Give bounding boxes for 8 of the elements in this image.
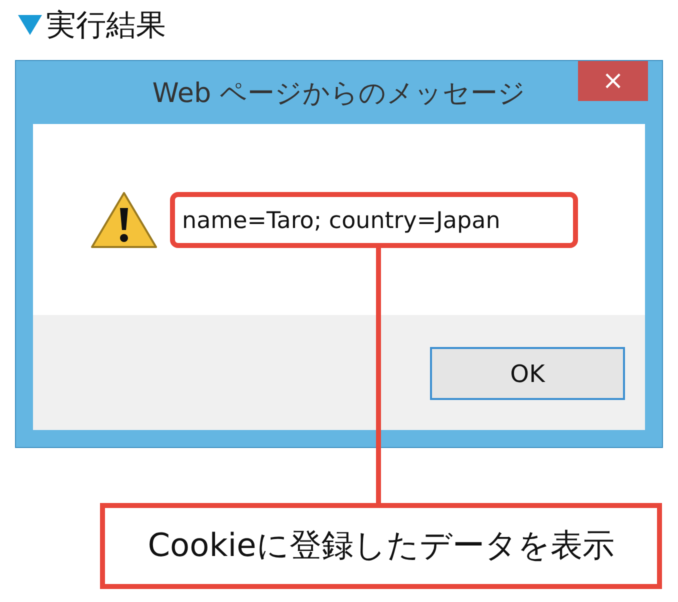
ok-button[interactable]: OK — [430, 347, 625, 400]
close-button[interactable]: × — [578, 61, 648, 101]
window-title: Web ページからのメッセージ — [152, 76, 526, 110]
message-text: name=Taro; country=Japan — [182, 208, 500, 234]
section-heading: 実行結果 — [46, 6, 166, 44]
callout-text: Cookieに登録したデータを表示 — [148, 525, 614, 566]
triangle-icon — [18, 15, 42, 35]
warning-icon — [90, 190, 158, 250]
